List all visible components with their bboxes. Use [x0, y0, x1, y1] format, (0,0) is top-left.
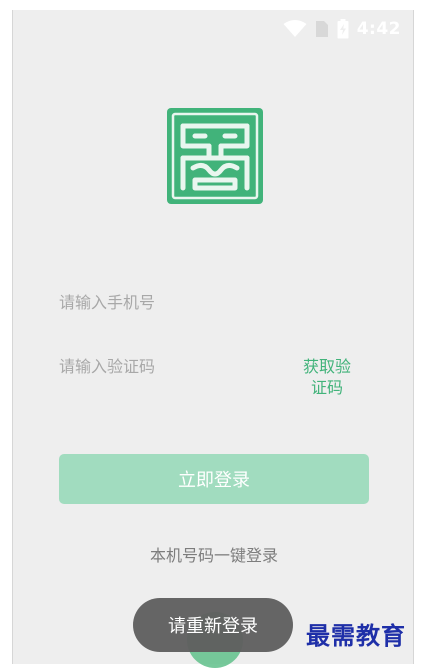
status-time: 4:42 — [356, 19, 401, 39]
sim-icon — [315, 21, 328, 37]
login-button[interactable]: 立即登录 — [59, 454, 369, 504]
phone-field-row — [59, 282, 379, 322]
login-button-label: 立即登录 — [178, 470, 250, 491]
battery-charging-icon — [337, 19, 349, 39]
get-code-label-line2: 证码 — [310, 378, 343, 397]
app-logo-seal — [167, 108, 263, 204]
get-code-button[interactable]: 获取验 证码 — [299, 356, 355, 398]
status-icons: 4:42 — [283, 18, 401, 40]
toast-text: 请重新登录 — [168, 616, 258, 637]
watermark-logo: 最需教育 — [306, 616, 426, 656]
phone-input[interactable] — [59, 282, 259, 322]
status-bar: 4:42 — [13, 10, 413, 48]
wifi-icon — [283, 20, 307, 37]
get-code-label-line1: 获取验 — [302, 357, 351, 376]
verification-code-input[interactable] — [59, 346, 259, 386]
phone-screen: 4:42 获取验 证码 立即登录 本机号码一键登录 请重新登录 — [12, 10, 415, 668]
one-key-login-link[interactable]: 本机号码一键登录 — [13, 542, 415, 566]
toast-message: 请重新登录 — [133, 598, 293, 652]
watermark-text: 最需教育 — [306, 621, 406, 650]
